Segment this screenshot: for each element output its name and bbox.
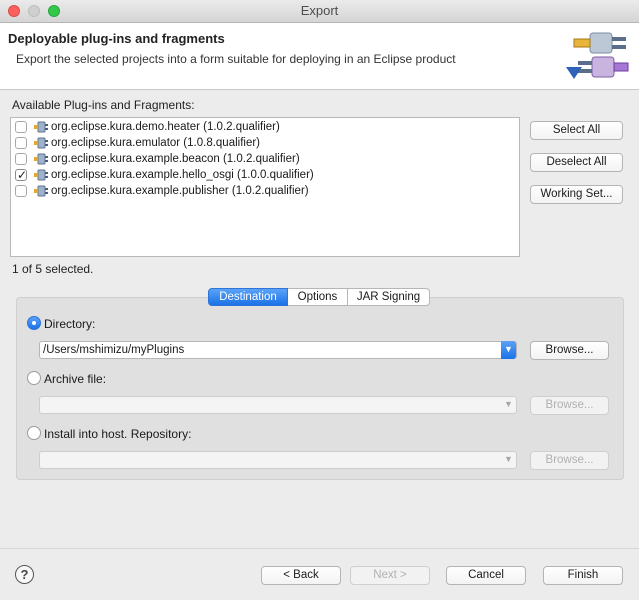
selection-count: 1 of 5 selected. [12, 262, 94, 276]
plugin-checkbox[interactable]: ✓ [15, 168, 28, 182]
plugin-checkbox[interactable] [15, 137, 27, 149]
plugin-list[interactable]: org.eclipse.kura.demo.heater (1.0.2.qual… [10, 117, 520, 257]
tab-destination[interactable]: Destination [208, 288, 288, 306]
window-titlebar: Export [0, 0, 639, 23]
directory-browse-button[interactable]: Browse... [530, 341, 609, 360]
archive-browse-button[interactable]: Browse... [530, 396, 609, 415]
window-title: Export [300, 3, 339, 18]
next-button[interactable]: Next > [350, 566, 430, 585]
plugin-name: org.eclipse.kura.example.publisher (1.0.… [51, 185, 309, 197]
options-tabs: Destination Options JAR Signing [208, 288, 430, 306]
plugin-checkbox[interactable] [15, 121, 27, 133]
maximize-window-button[interactable] [48, 5, 60, 17]
finish-button[interactable]: Finish [543, 566, 623, 585]
plugin-icon [34, 185, 48, 197]
plugin-icon [34, 137, 48, 149]
plugin-icon [34, 153, 48, 165]
archive-file-radio[interactable] [27, 371, 41, 385]
available-plugins-label: Available Plug-ins and Fragments: [12, 98, 195, 112]
chevron-down-icon[interactable]: ▼ [501, 396, 516, 414]
banner-plugin-icon [566, 32, 629, 79]
help-icon[interactable]: ? [15, 565, 34, 584]
directory-value: /Users/mshimizu/myPlugins [43, 344, 185, 356]
archive-file-label: Archive file: [44, 372, 107, 386]
banner-description: Export the selected projects into a form… [16, 52, 456, 66]
repository-radio[interactable] [27, 426, 41, 440]
minimize-window-button[interactable] [28, 5, 40, 17]
plugin-icon [34, 169, 48, 181]
back-button[interactable]: < Back [261, 566, 341, 585]
footer-separator [0, 548, 639, 549]
plugin-icon [34, 121, 48, 133]
directory-radio[interactable] [27, 316, 41, 330]
repository-label: Install into host. Repository: [44, 427, 192, 441]
plugin-name: org.eclipse.kura.emulator (1.0.8.qualifi… [51, 137, 261, 149]
close-window-button[interactable] [8, 5, 20, 17]
banner-title: Deployable plug-ins and fragments [8, 31, 225, 46]
plugin-checkbox[interactable] [15, 153, 27, 165]
plugin-name: org.eclipse.kura.example.hello_osgi (1.0… [51, 169, 314, 181]
plugin-name: org.eclipse.kura.example.beacon (1.0.2.q… [51, 153, 300, 165]
tab-jar-signing[interactable]: JAR Signing [348, 288, 430, 306]
cancel-button[interactable]: Cancel [446, 566, 526, 585]
repository-combo[interactable]: ▼ [39, 451, 517, 469]
directory-label: Directory: [44, 317, 96, 331]
plugin-name: org.eclipse.kura.demo.heater (1.0.2.qual… [51, 121, 280, 133]
select-all-button[interactable]: Select All [530, 121, 623, 140]
directory-combo[interactable]: /Users/mshimizu/myPlugins ▼ [39, 341, 517, 359]
chevron-down-icon[interactable]: ▼ [501, 341, 516, 359]
wizard-banner: Deployable plug-ins and fragments Export… [0, 23, 639, 90]
tab-options[interactable]: Options [288, 288, 348, 306]
archive-file-combo[interactable]: ▼ [39, 396, 517, 414]
chevron-down-icon[interactable]: ▼ [501, 451, 516, 469]
working-set-button[interactable]: Working Set... [530, 185, 623, 204]
plugin-checkbox[interactable] [15, 185, 27, 197]
checkmark-icon: ✓ [17, 168, 28, 182]
repository-browse-button[interactable]: Browse... [530, 451, 609, 470]
deselect-all-button[interactable]: Deselect All [530, 153, 623, 172]
